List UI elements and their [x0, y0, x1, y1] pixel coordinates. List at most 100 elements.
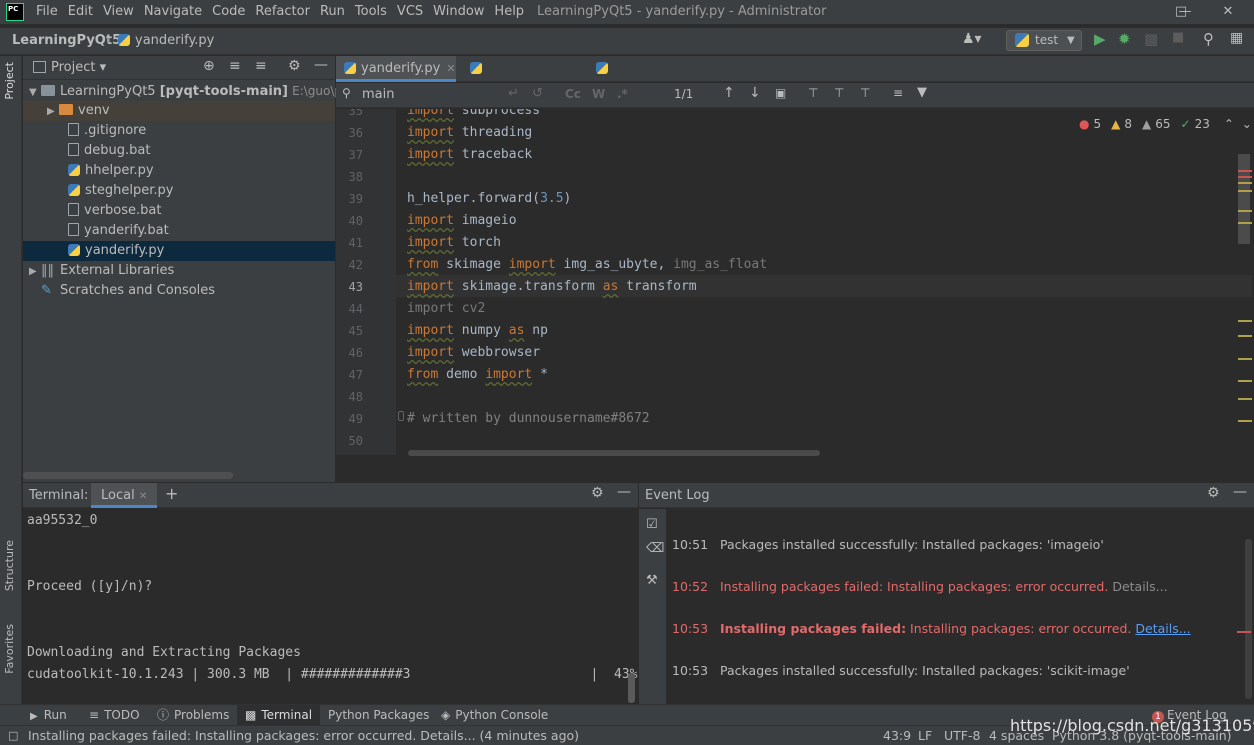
tab-steghelper-py[interactable]: steghelper.py✕ [462, 56, 582, 102]
hide-panel-icon[interactable]: — [314, 57, 328, 73]
regex-toggle[interactable]: .* [617, 87, 628, 101]
todo-tool-button[interactable]: ≡ TODO [89, 705, 140, 725]
newline-icon[interactable]: ↵ [508, 86, 519, 101]
tree-root[interactable]: ▼ LearningPyQt5 [pyqt-tools-main] E:\guo\… [29, 81, 361, 101]
breadcrumb-file[interactable]: yanderify.py [118, 33, 214, 48]
menu-edit[interactable]: Edit [68, 0, 100, 24]
tab-hhelper-py[interactable]: hhelper.py✕ [588, 56, 688, 102]
menu-run[interactable]: Run [320, 0, 352, 24]
tree-item--gitignore[interactable]: .gitignore [23, 121, 335, 141]
terminal-tool-button[interactable]: ▩ Terminal [237, 705, 321, 725]
tree-item-steghelper-py[interactable]: steghelper.py [23, 181, 335, 201]
code-editor[interactable]: 35 36 37 38 39 40 41 42 43 44 45 46 47 48 49 50 import … [336, 109, 1254, 455]
structure-tool-button[interactable]: Structure [3, 540, 16, 591]
tree-item-debug-bat[interactable]: debug.bat [23, 141, 335, 161]
close-tab-icon[interactable]: ✕ [446, 62, 455, 75]
fold-marker-icon[interactable] [398, 411, 404, 421]
tree-scratches[interactable]: ✎ Scratches and Consoles [41, 281, 215, 301]
terminal-scrollbar[interactable] [628, 673, 635, 703]
menu-tools[interactable]: Tools [355, 0, 394, 24]
project-view-select[interactable]: Project ▾ [51, 60, 106, 75]
previous-match-icon[interactable]: ↑ [723, 85, 735, 101]
words-toggle[interactable]: W [592, 87, 605, 101]
code-token: webbrowser [453, 345, 541, 360]
add-occurrence-icon[interactable]: ⊤ [808, 86, 818, 100]
filter-icon[interactable]: ▼ [917, 85, 927, 100]
user-icon[interactable]: ♟▾ [962, 31, 982, 47]
wrench-icon[interactable]: ⚒ [646, 573, 658, 588]
menu-window[interactable]: Window [433, 0, 491, 24]
tree-item-venv[interactable]: ▶ venv [23, 101, 335, 121]
breadcrumb-project[interactable]: LearningPyQt5 [12, 33, 121, 48]
run-icon[interactable]: ▶ [1094, 30, 1106, 48]
python-console-tool-button[interactable]: ◈ Python Console [441, 705, 548, 725]
coverage-icon[interactable]: ▩ [1144, 30, 1158, 48]
mark-read-icon[interactable]: ☑ [646, 517, 658, 532]
event-log-list[interactable]: ☑ ⌫ ⚒ 10:51 Packages installed successful… [639, 509, 1254, 704]
status-panel-icon[interactable]: □ [8, 726, 18, 745]
menu-code[interactable]: Code [212, 0, 252, 24]
menu-help[interactable]: Help [494, 0, 531, 24]
filter-options-icon[interactable]: ≡ [893, 86, 903, 100]
select-all-occurrences-icon[interactable]: ⊤ [860, 86, 870, 100]
close-icon[interactable]: ✕ [1208, 0, 1248, 24]
close-tab-icon[interactable]: ✕ [139, 491, 147, 502]
select-all-icon[interactable]: ▣ [775, 86, 786, 100]
tree-external-libraries[interactable]: ▶ ‖‖ External Libraries [29, 261, 174, 281]
problems-tool-button[interactable]: ⓘ Problems [157, 705, 229, 725]
expand-all-icon[interactable]: ≡ [229, 58, 241, 74]
menu-vcs[interactable]: VCS [397, 0, 430, 24]
error-stripe[interactable] [1237, 130, 1254, 455]
gear-icon[interactable]: ⚙ [591, 485, 604, 501]
gear-icon[interactable]: ⚙ [288, 58, 301, 74]
trash-icon[interactable]: ⌫ [646, 541, 664, 556]
caret-right-icon: ▶ [29, 266, 37, 277]
line-number: 37 [348, 148, 363, 162]
status-message[interactable]: Installing packages failed: Installing p… [28, 726, 579, 745]
editor-horizontal-scrollbar[interactable] [408, 450, 820, 456]
event-details-link[interactable]: Details... [1135, 621, 1190, 636]
event-bold-text: Installing packages failed: [720, 621, 907, 636]
collapse-all-icon[interactable]: ≡ [255, 58, 267, 74]
menu-refactor[interactable]: Refactor [255, 0, 317, 24]
gear-icon[interactable]: ⚙ [1207, 485, 1220, 501]
tree-item-yanderify-py[interactable]: yanderify.py [23, 241, 335, 261]
menu-file[interactable]: File [36, 0, 65, 24]
settings-icon[interactable]: ▦ [1230, 30, 1243, 46]
event-details-link[interactable]: Details... [1112, 579, 1167, 594]
inspection-widget[interactable]: ● 5 ▲ 8 ▲ 65 ✓ 23 ⌃ ⌄ [1079, 117, 1252, 131]
maximize-icon[interactable]: □ [1161, 0, 1201, 24]
run-configuration-select[interactable]: test ▼ [1006, 30, 1082, 51]
run-tool-button[interactable]: ▶ Run [30, 705, 67, 725]
terminal-tab-local[interactable]: Local ✕ [91, 483, 158, 508]
line-separator[interactable]: LF [918, 726, 932, 745]
next-match-icon[interactable]: ↓ [749, 85, 761, 101]
menu-view[interactable]: View [103, 0, 141, 24]
tab-yanderify-py[interactable]: yanderify.py ✕ [336, 56, 456, 82]
project-horizontal-scrollbar[interactable] [23, 472, 233, 479]
search-input[interactable]: main [362, 87, 394, 102]
menu-navigate[interactable]: Navigate [144, 0, 209, 24]
debug-icon[interactable]: ✹ [1118, 30, 1131, 48]
history-icon[interactable]: ↺ [532, 86, 543, 101]
event-log-scrollbar[interactable] [1245, 539, 1252, 699]
remove-occurrence-icon[interactable]: ⊤ [834, 86, 844, 100]
python-packages-tool-button[interactable]: Python Packages [328, 705, 429, 725]
project-tool-button[interactable]: Project [3, 62, 16, 100]
caret-position[interactable]: 43:9 [883, 726, 911, 745]
stop-icon[interactable]: ■ [1172, 30, 1184, 45]
new-terminal-icon[interactable]: + [165, 484, 178, 503]
tree-item-yanderify-bat[interactable]: yanderify.bat [23, 221, 335, 241]
chevron-down-icon[interactable]: ⌄ [1242, 117, 1252, 131]
tree-item-verbose-bat[interactable]: verbose.bat [23, 201, 335, 221]
tree-item-hhelper-py[interactable]: hhelper.py [23, 161, 335, 181]
hide-panel-icon[interactable]: — [1233, 484, 1247, 500]
locate-icon[interactable]: ⊕ [203, 58, 215, 74]
match-case-toggle[interactable]: Cc [565, 87, 581, 101]
terminal-output[interactable]: aa95532_0 Proceed ([y]/n)? Downloading and… [23, 509, 638, 704]
hide-panel-icon[interactable]: — [617, 484, 631, 500]
search-icon[interactable]: ⚲ [1203, 30, 1214, 48]
file-encoding[interactable]: UTF-8 [944, 726, 980, 745]
favorites-tool-button[interactable]: Favorites [3, 624, 16, 674]
chevron-up-icon[interactable]: ⌃ [1224, 117, 1234, 131]
